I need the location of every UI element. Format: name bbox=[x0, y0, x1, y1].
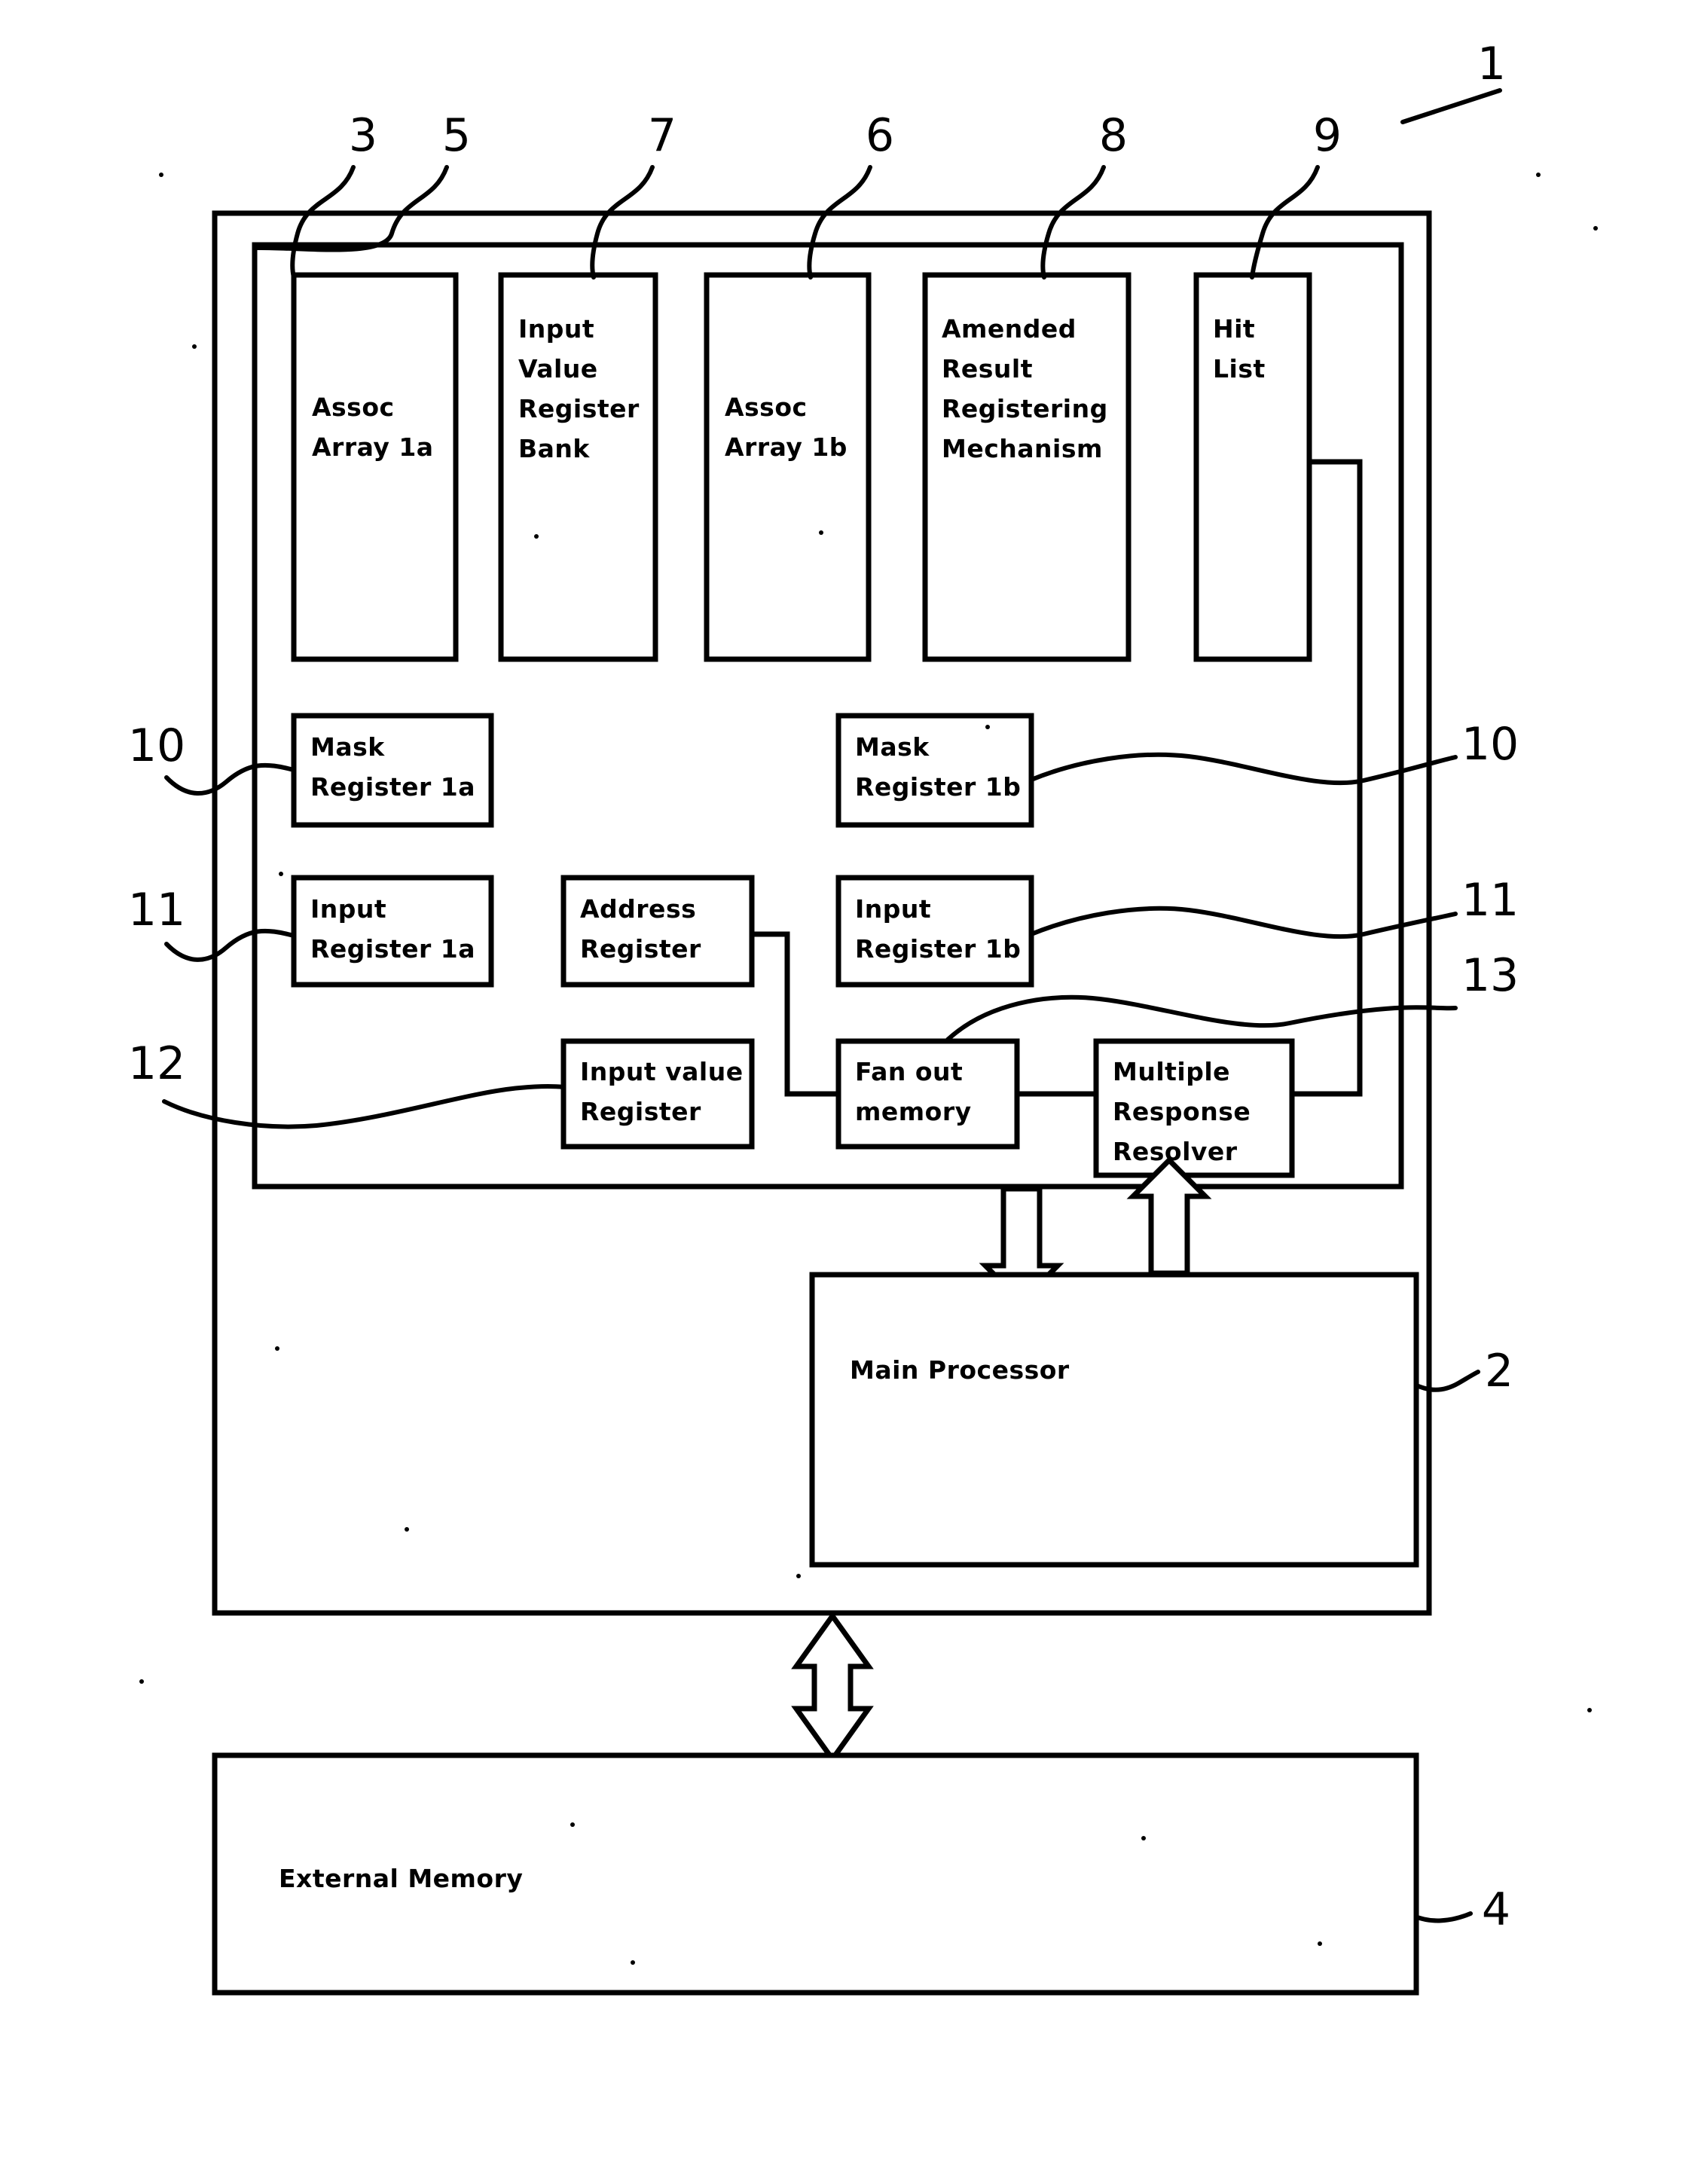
multiple-response-resolver: Multiple Response Resolver bbox=[1093, 1038, 1295, 1178]
ref-numeral-5: 5 bbox=[442, 109, 471, 162]
mask-register-1b: Mask Register 1b bbox=[835, 713, 1034, 828]
ref-numeral-11-left: 11 bbox=[128, 884, 185, 936]
mask-register-1b-label-line1: Mask bbox=[855, 732, 930, 762]
mask-register-1a: Mask Register 1a bbox=[291, 713, 494, 828]
arrm-label-line4: Mechanism bbox=[942, 434, 1103, 463]
input-register-1b-label-line2: Register 1b bbox=[855, 934, 1021, 964]
leader-line-10-left bbox=[164, 762, 296, 796]
assoc-array-1a-label-line2: Array 1a bbox=[312, 432, 434, 462]
leader-line-12 bbox=[162, 1084, 566, 1129]
external-memory: External Memory bbox=[212, 1752, 1419, 1996]
ref-numeral-2: 2 bbox=[1485, 1345, 1513, 1397]
ref-numeral-10-left: 10 bbox=[128, 719, 185, 772]
ref-numeral-10-right: 10 bbox=[1461, 718, 1519, 771]
ref-numeral-4: 4 bbox=[1482, 1883, 1510, 1936]
hit-list: Hit List bbox=[1193, 272, 1312, 662]
leader-line-11-right bbox=[1029, 906, 1458, 939]
input-register-1b: Input Register 1b bbox=[835, 875, 1034, 988]
ivrb-label-line2: Value bbox=[518, 354, 598, 383]
input-register-1b-label-line1: Input bbox=[855, 894, 931, 924]
main-processor: Main Processor bbox=[809, 1272, 1419, 1568]
ref-numeral-11-right: 11 bbox=[1461, 874, 1519, 927]
mask-register-1a-label-line1: Mask bbox=[310, 732, 385, 762]
ref-numeral-3: 3 bbox=[349, 109, 377, 162]
ref-numeral-12: 12 bbox=[128, 1037, 185, 1090]
mask-register-1a-label-line2: Register 1a bbox=[310, 772, 475, 802]
ref-numeral-9: 9 bbox=[1313, 109, 1342, 162]
assoc-array-1a: Assoc Array 1a bbox=[291, 272, 459, 662]
leader-line-3 bbox=[290, 165, 356, 279]
address-register-label-line2: Register bbox=[580, 934, 701, 964]
ref-numeral-7: 7 bbox=[648, 109, 676, 162]
input-value-register-bank: Input Value Register Bank bbox=[498, 272, 658, 662]
leader-line-9 bbox=[1250, 165, 1320, 279]
address-register-label-line1: Address bbox=[580, 894, 696, 924]
assoc-array-1b-label-line1: Assoc bbox=[725, 393, 808, 422]
arrm-label-line1: Amended bbox=[942, 314, 1077, 344]
leader-line-6 bbox=[807, 165, 872, 279]
input-register-1a-label-line2: Register 1a bbox=[310, 934, 475, 964]
address-register: Address Register bbox=[560, 875, 755, 988]
main-processor-label: Main Processor bbox=[850, 1355, 1070, 1385]
assoc-array-1a-label-line1: Assoc bbox=[312, 393, 395, 422]
leader-line-1 bbox=[1400, 88, 1502, 124]
input-value-register: Input value Register bbox=[560, 1038, 755, 1150]
mask-register-1b-label-line2: Register 1b bbox=[855, 772, 1021, 802]
leader-line-5 bbox=[255, 165, 449, 252]
fan-out-memory-label-line2: memory bbox=[855, 1097, 972, 1126]
mrr-label-line2: Response bbox=[1113, 1097, 1251, 1126]
assoc-array-1b: Assoc Array 1b bbox=[704, 272, 872, 662]
hit-list-label-line1: Hit bbox=[1213, 314, 1255, 344]
mrr-label-line1: Multiple bbox=[1113, 1057, 1230, 1086]
leader-line-11-left bbox=[164, 928, 296, 962]
ref-numeral-8: 8 bbox=[1099, 109, 1128, 162]
input-value-register-label-line1: Input value bbox=[580, 1057, 744, 1086]
address-register-to-fan-out-connector bbox=[752, 931, 838, 1097]
mrr-label-line3: Resolver bbox=[1113, 1137, 1238, 1166]
leader-line-13 bbox=[945, 994, 1458, 1042]
input-register-1a: Input Register 1a bbox=[291, 875, 494, 988]
arrow-main-to-external-memory bbox=[791, 1611, 874, 1764]
leader-line-10-right bbox=[1029, 752, 1458, 786]
fan-out-memory-label-line1: Fan out bbox=[855, 1057, 963, 1086]
external-memory-label: External Memory bbox=[279, 1864, 523, 1893]
leader-line-7 bbox=[590, 165, 655, 279]
leader-line-8 bbox=[1040, 165, 1106, 279]
assoc-array-1b-label-line2: Array 1b bbox=[725, 432, 848, 462]
arrm-label-line3: Registering bbox=[942, 394, 1108, 423]
fan-out-memory: Fan out memory bbox=[835, 1038, 1020, 1150]
arrm-label-line2: Result bbox=[942, 354, 1033, 383]
input-register-1a-label-line1: Input bbox=[310, 894, 386, 924]
input-value-register-label-line2: Register bbox=[580, 1097, 701, 1126]
patent-figure: Assoc Array 1a Input Value Register Bank… bbox=[0, 0, 1695, 2184]
hit-list-label-line2: List bbox=[1213, 354, 1266, 383]
figure-canvas: Assoc Array 1a Input Value Register Bank… bbox=[128, 38, 1598, 1996]
ref-numeral-13: 13 bbox=[1461, 949, 1519, 1002]
ref-numeral-1: 1 bbox=[1477, 38, 1506, 90]
ivrb-label-line3: Register bbox=[518, 394, 640, 423]
ivrb-label-line1: Input bbox=[518, 314, 594, 344]
ref-numeral-6: 6 bbox=[866, 109, 894, 162]
ivrb-label-line4: Bank bbox=[518, 434, 590, 463]
amended-result-registering-mechanism: Amended Result Registering Mechanism bbox=[922, 272, 1132, 662]
